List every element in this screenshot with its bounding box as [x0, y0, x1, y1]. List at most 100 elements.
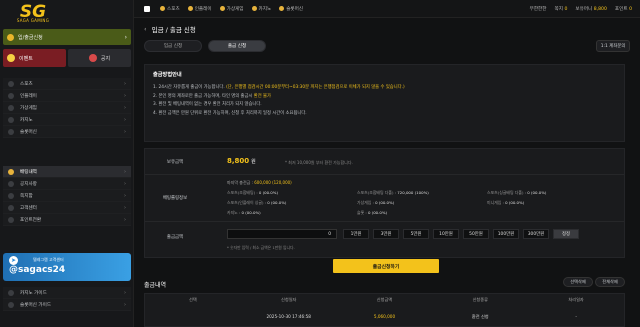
sidebar-item-virtual[interactable]: 가상게임 › — [3, 102, 131, 114]
event-tile[interactable]: 이벤트 — [3, 49, 66, 67]
points-label: 포인트 — [614, 6, 628, 12]
deposit-withdraw-button[interactable]: 입/출금신청 › — [3, 29, 131, 45]
amount-100k-button[interactable]: 10만원 — [433, 229, 459, 239]
virtual-icon — [8, 104, 14, 111]
rolling-key: 슬롯 : — [357, 210, 367, 215]
column-header: 처리일자 — [568, 297, 584, 302]
sidebar-item-casino-guide[interactable]: 카지노 가이드 › — [3, 287, 131, 299]
sidebar-item-label: 쪽지함 — [20, 193, 33, 199]
chevron-right-icon: › — [124, 116, 126, 123]
user-name[interactable]: 무한한한 — [530, 6, 547, 12]
amount-1m-button[interactable]: 100만원 — [493, 229, 519, 239]
rolling-value: 720,000 (100%) — [397, 190, 429, 195]
casino-icon — [251, 6, 257, 11]
account-menu: 배팅내역 › 공지사항 › 쪽지함 › 고객센터 › 포인트전환 › — [3, 166, 131, 226]
delete-all-button[interactable]: 전체삭제 — [595, 277, 625, 287]
chevron-left-icon[interactable]: ‹ — [144, 25, 147, 33]
form-balance-value: 8,800 — [227, 157, 250, 165]
amount-row-label: 출금금액 — [166, 235, 184, 240]
points-value: 0 — [629, 6, 632, 12]
book-icon — [8, 289, 14, 296]
points-icon — [8, 216, 14, 223]
account-inquiry-button[interactable]: 1:1 계좌문의 — [596, 40, 630, 52]
telegram-banner[interactable]: ➤ 텔레그램 고객센터 @sagacs24 — [3, 253, 131, 281]
rolling-cell: 스포츠(조합배팅) : 0 (00.0%) — [227, 190, 357, 196]
rolling-key: 스포츠(인플레이 싱글) : — [227, 200, 267, 205]
sidebar-item-notices[interactable]: 공지사항 › — [3, 178, 131, 190]
amount-500k-button[interactable]: 50만원 — [463, 229, 489, 239]
sidebar-item-label: 포인트전환 — [20, 217, 42, 223]
rolling-value: 0 (00.0%) — [241, 210, 261, 215]
rolling-key: 스포츠(싱글배팅 다폴) : — [487, 190, 527, 195]
amount-50k-button[interactable]: 5만원 — [403, 229, 429, 239]
submit-withdraw-button[interactable]: 출금신청하기 — [333, 259, 439, 273]
user-area: 무한한한 쪽지 0 보유머니 8,800 포인트 0 — [530, 6, 640, 12]
sidebar-item-inplay[interactable]: 인플레이 › — [3, 90, 131, 102]
rolling-cell: 스포츠(인플레이 싱글) : 0 (00.0%) — [227, 200, 357, 206]
messages[interactable]: 쪽지 0 — [555, 6, 568, 12]
guide-menu: 카지노 가이드 › 슬롯머신 가이드 › — [3, 287, 131, 311]
points: 포인트 0 — [615, 6, 632, 12]
amount-note: * 숫자만 입력 / 최소 금액은 1만원 입니다. — [227, 245, 295, 250]
sidebar-item-slot-guide[interactable]: 슬롯머신 가이드 › — [3, 299, 131, 311]
chevron-right-icon: › — [124, 128, 126, 135]
chevron-right-icon: › — [124, 204, 126, 211]
divider — [145, 221, 624, 222]
select-checkbox[interactable] — [145, 314, 241, 320]
column-header: 선택 — [189, 297, 197, 302]
sidebar-item-bet-history[interactable]: 배팅내역 › — [3, 166, 131, 178]
game-menu: 스포츠 › 인플레이 › 가상게임 › 카지노 › 슬롯머신 › — [3, 78, 131, 138]
sidebar-item-points[interactable]: 포인트전환 › — [3, 214, 131, 226]
amount-input[interactable]: 0 — [227, 229, 337, 239]
sidebar-item-slot[interactable]: 슬롯머신 › — [3, 126, 131, 138]
reset-button[interactable]: 정정 — [553, 229, 579, 239]
nav-inplay[interactable]: 인플레이 — [187, 6, 212, 12]
amount-3m-button[interactable]: 300만원 — [523, 229, 549, 239]
nav-label: 가상게임 — [226, 6, 244, 12]
sidebar-item-support[interactable]: 고객센터 › — [3, 202, 131, 214]
notice-tile[interactable]: 공지 — [68, 49, 131, 67]
chevron-right-icon: › — [124, 33, 127, 41]
history-icon — [8, 168, 14, 175]
live-icon — [8, 92, 14, 99]
rolling-value: 0 (00.0%) — [375, 200, 395, 205]
notice-label: 공지 — [100, 55, 111, 62]
tab-deposit[interactable]: 입금 신청 — [144, 40, 202, 52]
form-balance-unit: 원 — [251, 159, 256, 165]
coin-icon — [7, 33, 14, 41]
nav-casino[interactable]: 카지노 — [251, 6, 271, 12]
nav-slot[interactable]: 슬롯머신 — [279, 6, 303, 12]
balance-note: * 최저 10,000원 부터 환전 가능합니다. — [285, 160, 353, 165]
amount-30k-button[interactable]: 3만원 — [373, 229, 399, 239]
chevron-right-icon: › — [124, 192, 126, 199]
amount-buttons: 1만원 3만원 5만원 10만원 50만원 100만원 300만원 정정 — [343, 229, 579, 239]
notice-icon — [8, 180, 14, 187]
nav-sports[interactable]: 스포츠 — [160, 6, 180, 12]
sidebar-item-casino[interactable]: 카지노 › — [3, 114, 131, 126]
nav-virtual[interactable]: 가상게임 — [219, 6, 244, 12]
tab-withdraw[interactable]: 출금 신청 — [208, 40, 266, 52]
guide-highlight: (단, 은행별 점검시간 00:00분부터~03:30분 까지는 은행점검으로 … — [224, 85, 405, 90]
rolling-cell: 스포츠(싱글배팅 다폴) : 0 (00.0%) — [487, 190, 617, 196]
main-content: ‹ 입금 / 출금 신청 입금 신청 출금 신청 1:1 계좌문의 출금방법안내… — [134, 18, 640, 327]
rolling-value: 0 (00.0%) — [367, 210, 388, 215]
sidebar-item-label: 고객센터 — [20, 205, 37, 211]
delete-selected-button[interactable]: 선택삭제 — [563, 277, 593, 287]
sidebar-item-inbox[interactable]: 쪽지함 › — [3, 190, 131, 202]
rolling-cell: 스포츠(조합배팅 다폴) : 720,000 (100%) — [357, 190, 487, 196]
row-date: 2025-10-30 17:46:58 — [266, 314, 311, 319]
guide-text: 4. 환전 금액은 만원 단위로 환전 가능하며, 신청 후 처리까지 일정 시… — [153, 110, 307, 116]
withdraw-guide: 출금방법안내 1. 24시간 자유롭게 출금이 가능합니다. (단, 은행별 점… — [144, 64, 625, 142]
home-icon[interactable] — [144, 5, 150, 12]
amount-10k-button[interactable]: 1만원 — [343, 229, 369, 239]
sidebar-item-label: 카지노 — [20, 117, 33, 123]
column-header: 신청금액 — [376, 297, 393, 302]
sidebar-item-sports[interactable]: 스포츠 › — [3, 78, 131, 90]
table-row[interactable]: 2025-10-30 17:46:58 5,060,000 환전 신청 - — [145, 314, 624, 320]
logo[interactable]: SG SAGA GAMING — [16, 0, 50, 24]
chevron-right-icon: › — [124, 180, 126, 187]
row-processed: - — [575, 314, 577, 319]
deposit-withdraw-label: 입/출금신청 — [18, 34, 43, 41]
sidebar-item-label: 배팅내역 — [20, 169, 37, 175]
top-bar: 스포츠 인플레이 가상게임 카지노 슬롯머신 무한한한 쪽지 0 보유머니 8,… — [134, 0, 640, 18]
